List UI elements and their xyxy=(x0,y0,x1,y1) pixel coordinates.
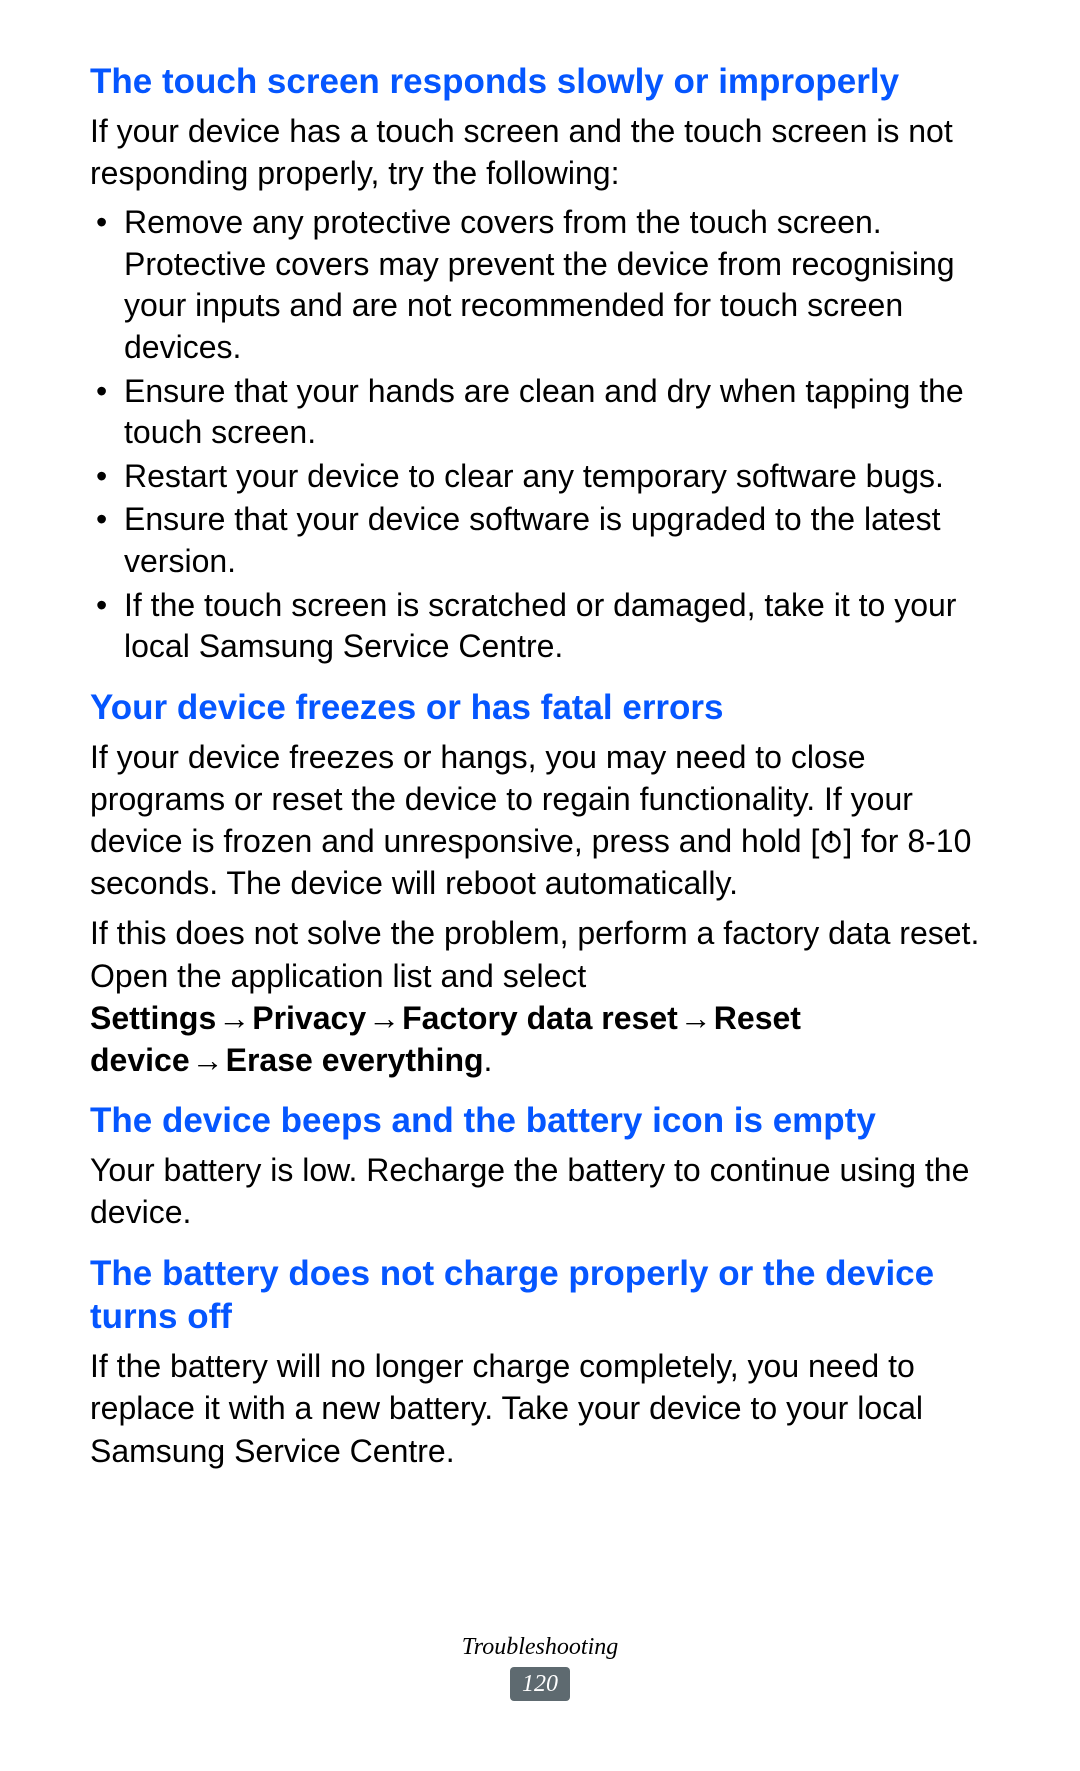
text-fragment: If this does not solve the problem, perf… xyxy=(90,915,979,993)
heading-freezes: Your device freezes or has fatal errors xyxy=(90,686,990,730)
list-item: If the touch screen is scratched or dama… xyxy=(90,585,990,668)
page-number-badge: 120 xyxy=(510,1667,570,1701)
arrow-icon: → xyxy=(216,1000,252,1036)
menu-path-factory-reset: Factory data reset xyxy=(402,1000,678,1036)
para-freezes-1: If your device freezes or hangs, you may… xyxy=(90,736,990,905)
list-item: Ensure that your hands are clean and dry… xyxy=(90,371,990,454)
para-battery-charge: If the battery will no longer charge com… xyxy=(90,1345,990,1472)
power-icon xyxy=(819,830,843,854)
menu-path-erase-everything: Erase everything xyxy=(226,1042,484,1078)
arrow-icon: → xyxy=(190,1042,226,1078)
list-item: Restart your device to clear any tempora… xyxy=(90,456,990,498)
arrow-icon: → xyxy=(678,1000,714,1036)
bullet-list-touch-screen: Remove any protective covers from the to… xyxy=(90,202,990,668)
heading-battery-empty: The device beeps and the battery icon is… xyxy=(90,1099,990,1143)
footer-section-label: Troubleshooting xyxy=(0,1634,1080,1661)
heading-touch-screen: The touch screen responds slowly or impr… xyxy=(90,60,990,104)
para-battery-empty: Your battery is low. Recharge the batter… xyxy=(90,1149,990,1233)
menu-path-privacy: Privacy xyxy=(252,1000,366,1036)
para-freezes-2: If this does not solve the problem, perf… xyxy=(90,912,990,1081)
arrow-icon: → xyxy=(366,1000,402,1036)
menu-path-settings: Settings xyxy=(90,1000,216,1036)
page-footer: Troubleshooting 120 xyxy=(0,1634,1080,1701)
list-item: Remove any protective covers from the to… xyxy=(90,202,990,368)
text-fragment: If your device freezes or hangs, you may… xyxy=(90,739,913,859)
intro-touch-screen: If your device has a touch screen and th… xyxy=(90,110,990,194)
list-item: Ensure that your device software is upgr… xyxy=(90,499,990,582)
page-content: The touch screen responds slowly or impr… xyxy=(0,0,1080,1771)
heading-battery-charge: The battery does not charge properly or … xyxy=(90,1252,990,1340)
